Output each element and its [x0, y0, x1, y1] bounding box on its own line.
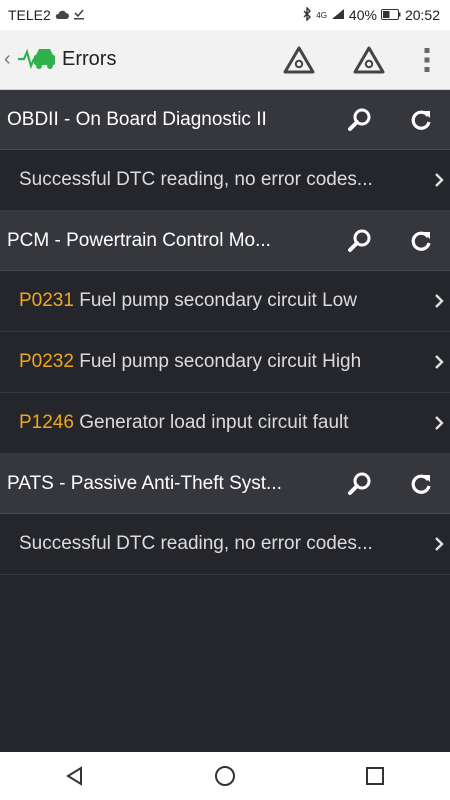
chevron-right-icon [435, 537, 444, 551]
bluetooth-icon [302, 5, 312, 24]
search-button[interactable] [340, 221, 380, 261]
dtc-description: Fuel pump secondary circuit High [73, 351, 362, 372]
module-title: PCM - Powertrain Control Mo... [7, 229, 271, 251]
module-header-obdii[interactable]: OBDII - On Board Diagnostic II [0, 90, 450, 150]
refresh-icon [411, 474, 431, 494]
list-item[interactable]: P0232 Fuel pump secondary circuit High [0, 332, 450, 393]
warning-scan-button[interactable] [264, 30, 334, 90]
battery-label: 40% [348, 7, 377, 23]
module-header-pats[interactable]: PATS - Passive Anti-Theft Syst... [0, 454, 450, 514]
list-item[interactable]: P1246 Generator load input circuit fault [0, 393, 450, 454]
system-nav-bar [0, 752, 450, 800]
status-bar: TELE2 4G 40% 20:52 [0, 0, 450, 30]
refresh-icon [411, 110, 431, 130]
module-title: PATS - Passive Anti-Theft Syst... [7, 472, 282, 494]
page-title: Errors [62, 48, 117, 70]
warning-gear-icon [353, 46, 385, 73]
list-item[interactable]: Successful DTC reading, no error codes..… [0, 514, 450, 575]
module-title: OBDII - On Board Diagnostic II [7, 108, 267, 130]
dtc-description: Successful DTC reading, no error codes..… [19, 533, 373, 554]
dtc-description: Generator load input circuit fault [73, 412, 349, 433]
search-button[interactable] [340, 100, 380, 140]
cloud-icon [55, 7, 69, 23]
nav-back-button[interactable] [45, 752, 105, 800]
warning-gear-icon [283, 46, 315, 73]
nav-recents-button[interactable] [345, 752, 405, 800]
overflow-menu-button[interactable] [404, 30, 450, 90]
chevron-right-icon [435, 355, 444, 369]
dtc-code: P0231 [19, 290, 74, 311]
square-recents-icon [366, 767, 384, 785]
warning-clear-button[interactable] [334, 30, 404, 90]
search-button[interactable] [340, 464, 380, 504]
chevron-right-icon [435, 173, 444, 187]
refresh-button[interactable] [401, 100, 441, 140]
car-diagnostic-logo-icon[interactable] [14, 38, 58, 82]
dtc-description: Fuel pump secondary circuit Low [73, 290, 357, 311]
dtc-description: Successful DTC reading, no error codes..… [19, 169, 373, 190]
app-bar: ‹ Errors [0, 30, 450, 90]
chevron-right-icon [435, 294, 444, 308]
chevron-right-icon [435, 416, 444, 430]
search-icon [348, 108, 371, 131]
triangle-back-icon [66, 766, 82, 786]
refresh-icon [411, 231, 431, 251]
module-header-pcm[interactable]: PCM - Powertrain Control Mo... [0, 211, 450, 271]
search-icon [348, 472, 371, 495]
refresh-button[interactable] [401, 464, 441, 504]
circle-home-icon [215, 766, 235, 786]
download-done-icon [73, 7, 85, 23]
refresh-button[interactable] [401, 221, 441, 261]
more-vert-icon [424, 47, 430, 72]
clock-label: 20:52 [404, 7, 440, 23]
signal-icon [331, 7, 345, 23]
search-icon [348, 229, 371, 252]
list-item[interactable]: Successful DTC reading, no error codes..… [0, 150, 450, 211]
nav-home-button[interactable] [195, 752, 255, 800]
battery-icon [380, 7, 401, 23]
network-type-label: 4G [316, 10, 327, 20]
list-item[interactable]: P0231 Fuel pump secondary circuit Low [0, 271, 450, 332]
carrier-label: TELE2 [8, 7, 51, 23]
back-caret-icon[interactable]: ‹ [4, 48, 14, 71]
error-list: OBDII - On Board Diagnostic II Successfu… [0, 90, 450, 575]
dtc-code: P0232 [19, 351, 74, 372]
dtc-code: P1246 [19, 412, 74, 433]
